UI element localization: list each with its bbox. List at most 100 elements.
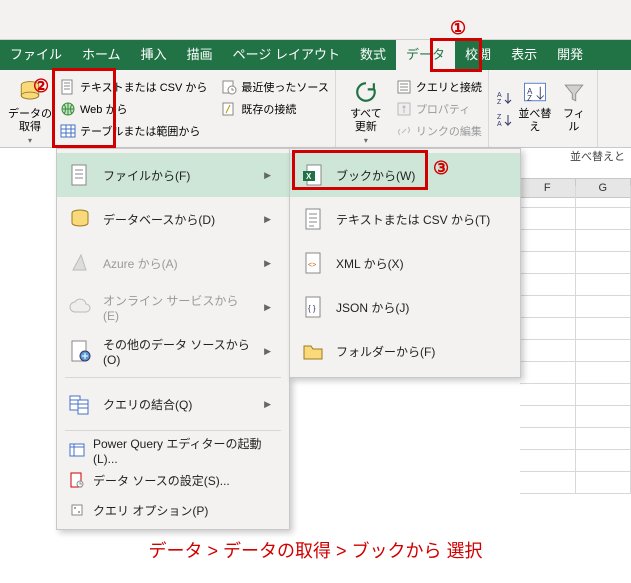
connections-list: クエリと接続 プロパティ リンクの編集 [390, 74, 482, 143]
tab-developer[interactable]: 開発 [547, 40, 593, 70]
cloud-icon [67, 294, 93, 320]
edit-links-label: リンクの編集 [416, 123, 482, 139]
text-file-icon [60, 79, 76, 95]
from-file-submenu: X ブックから(W) テキストまたは CSV から(T) <> XML から(X… [289, 148, 521, 378]
database-icon [67, 206, 93, 232]
title-bar [0, 0, 631, 40]
folder-icon [300, 338, 326, 364]
from-table-range-button[interactable]: テーブルまたは範囲から [60, 123, 207, 139]
menu-from-file[interactable]: ファイルから(F) ▶ [57, 153, 289, 197]
tab-data[interactable]: データ [396, 40, 455, 70]
tab-home[interactable]: ホーム [72, 40, 131, 70]
from-text-csv-label: テキストまたは CSV から [80, 79, 207, 95]
other-source-icon [67, 338, 93, 364]
menu-query-options[interactable]: クエリ オプション(P) [57, 495, 289, 525]
azure-icon [67, 250, 93, 276]
get-data-label: データの 取得 [8, 108, 52, 134]
filter-label: フィル [559, 108, 589, 134]
submenu-from-xml-label: XML から(X) [336, 255, 404, 272]
menu-from-other-label: その他のデータ ソースから(O) [103, 336, 254, 367]
excel-workbook-icon: X [300, 162, 326, 188]
submenu-from-json[interactable]: { } JSON から(J) [290, 285, 520, 329]
combine-icon [67, 391, 93, 417]
menu-from-file-label: ファイルから(F) [103, 167, 190, 184]
recent-icon [221, 79, 237, 95]
chevron-down-icon: ▾ [28, 134, 32, 147]
from-web-button[interactable]: Web から [60, 101, 207, 117]
menu-data-source-settings[interactable]: データ ソースの設定(S)... [57, 465, 289, 495]
refresh-all-button[interactable]: すべて 更新 ▾ [342, 74, 390, 143]
svg-text:<>: <> [308, 262, 316, 269]
submenu-from-folder-label: フォルダーから(F) [336, 343, 435, 360]
sort-dialog-button[interactable]: AZ 並べ替え [513, 74, 557, 143]
spreadsheet-grid[interactable] [520, 186, 631, 523]
recent-sources-button[interactable]: 最近使ったソース [221, 79, 328, 95]
menu-from-database[interactable]: データベースから(D) ▶ [57, 197, 289, 241]
properties-button[interactable]: プロパティ [396, 101, 482, 117]
filter-icon [560, 78, 588, 106]
tab-review[interactable]: 校閲 [455, 40, 501, 70]
tab-insert[interactable]: 挿入 [131, 40, 177, 70]
json-file-icon: { } [300, 294, 326, 320]
svg-text:Z: Z [497, 114, 502, 121]
tab-view[interactable]: 表示 [501, 40, 547, 70]
submenu-arrow-icon: ▶ [264, 399, 271, 410]
svg-text:X: X [306, 172, 312, 181]
menu-query-options-label: クエリ オプション(P) [93, 502, 208, 519]
submenu-from-text-csv-label: テキストまたは CSV から(T) [336, 211, 490, 228]
tab-page-layout[interactable]: ページ レイアウト [223, 40, 350, 70]
menu-from-azure[interactable]: Azure から(A) ▶ [57, 241, 289, 285]
queries-connections-label: クエリと接続 [416, 79, 482, 95]
menu-launch-pq-editor[interactable]: Power Query エディターの起動(L)... [57, 435, 289, 465]
data-source-icon [69, 472, 85, 488]
get-data-menu: ファイルから(F) ▶ データベースから(D) ▶ Azure から(A) ▶ … [56, 148, 290, 530]
submenu-from-json-label: JSON から(J) [336, 299, 409, 316]
submenu-from-workbook-label: ブックから(W) [336, 167, 415, 184]
sort-za-button[interactable]: ZA [497, 109, 513, 131]
sort-dialog-icon: AZ [521, 78, 549, 106]
properties-icon [396, 101, 412, 117]
menu-from-other-sources[interactable]: その他のデータ ソースから(O) ▶ [57, 329, 289, 373]
menu-from-online-services[interactable]: オンライン サービスから(E) ▶ [57, 285, 289, 329]
group-queries-connections: すべて 更新 ▾ クエリと接続 プロパティ リンクの編集 [336, 70, 489, 147]
properties-label: プロパティ [416, 101, 470, 117]
tab-draw[interactable]: 描画 [177, 40, 223, 70]
refresh-icon [352, 78, 380, 106]
existing-connections-button[interactable]: 既存の接続 [221, 101, 328, 117]
from-text-csv-button[interactable]: テキストまたは CSV から [60, 79, 207, 95]
svg-text:A: A [497, 121, 502, 128]
tab-formulas[interactable]: 数式 [350, 40, 396, 70]
submenu-from-folder[interactable]: フォルダーから(F) [290, 329, 520, 373]
submenu-arrow-icon: ▶ [264, 258, 271, 269]
get-data-sources-list-2: 最近使ったソース 既存の接続 . [207, 74, 328, 143]
menu-launch-pq-label: Power Query エディターの起動(L)... [93, 435, 271, 466]
svg-text:{ }: { } [308, 304, 316, 313]
sort-za-icon: ZA [497, 112, 513, 128]
submenu-arrow-icon: ▶ [264, 214, 271, 225]
filter-button[interactable]: フィル [557, 74, 591, 143]
chevron-down-icon: ▾ [364, 134, 368, 147]
instruction-caption: データ > データの取得 > ブックから 選択 [0, 537, 631, 563]
submenu-from-xml[interactable]: <> XML から(X) [290, 241, 520, 285]
edit-links-button[interactable]: リンクの編集 [396, 123, 482, 139]
sort-az-button[interactable]: AZ [497, 87, 513, 109]
from-table-range-label: テーブルまたは範囲から [80, 123, 200, 139]
text-file-icon [300, 206, 326, 232]
ribbon-body: データの 取得 ▾ テキストまたは CSV から Web から テーブルまた [0, 70, 631, 148]
menu-from-azure-label: Azure から(A) [103, 255, 178, 272]
queries-connections-button[interactable]: クエリと接続 [396, 79, 482, 95]
menu-from-online-label: オンライン サービスから(E) [103, 292, 254, 323]
svg-text:Z: Z [527, 94, 532, 103]
menu-combine-queries[interactable]: クエリの結合(Q) ▶ [57, 382, 289, 426]
globe-icon [60, 101, 76, 117]
svg-text:Z: Z [497, 99, 502, 106]
get-data-button[interactable]: データの 取得 ▾ [6, 74, 54, 143]
database-cylinder-icon [16, 78, 44, 106]
submenu-from-text-csv[interactable]: テキストまたは CSV から(T) [290, 197, 520, 241]
svg-text:A: A [497, 92, 502, 99]
submenu-from-workbook[interactable]: X ブックから(W) [290, 153, 520, 197]
pq-editor-icon [69, 442, 85, 458]
group-sort-filter: AZ ZA AZ 並べ替え フィル [489, 70, 598, 147]
tab-file[interactable]: ファイル [0, 40, 72, 70]
edit-link-icon [396, 123, 412, 139]
